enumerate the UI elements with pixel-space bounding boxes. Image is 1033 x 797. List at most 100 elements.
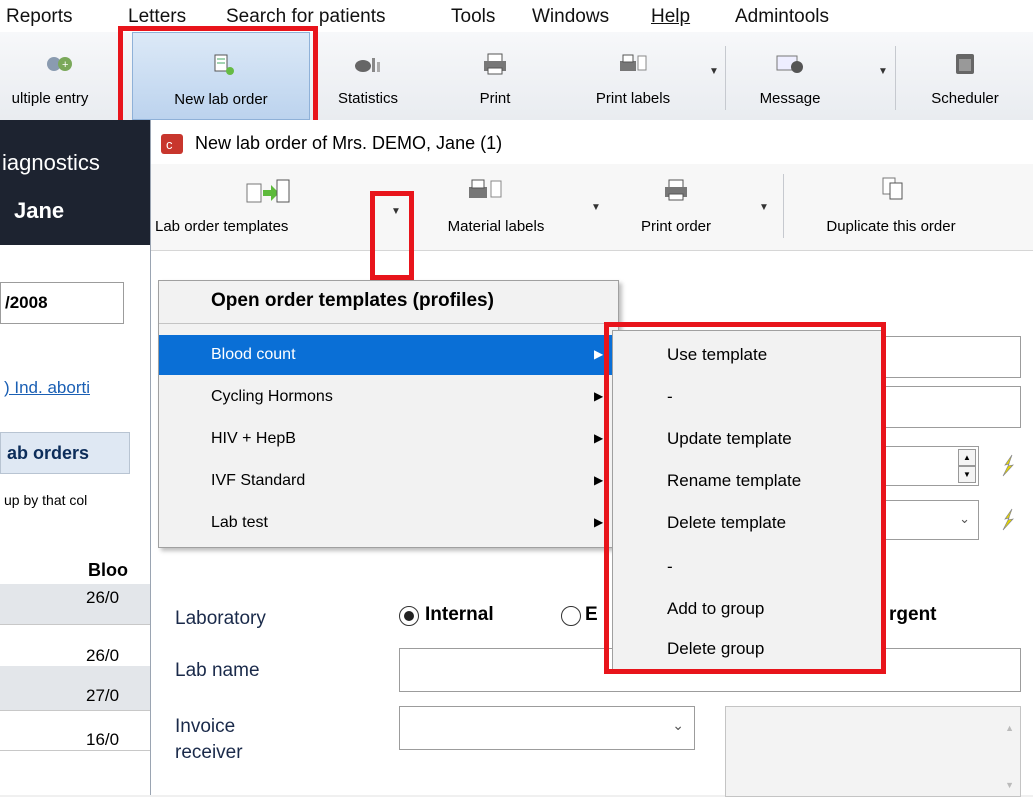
menu-windows[interactable]: Windows	[532, 6, 609, 28]
duplicate-order-button[interactable]: Duplicate this order	[791, 164, 991, 250]
app-icon: c	[161, 134, 183, 154]
invoice-receiver-select[interactable]: ⌄	[399, 706, 695, 750]
table-row[interactable]: 26/0	[0, 624, 150, 667]
date-field[interactable]: /2008	[0, 282, 124, 324]
message-dropdown-arrow[interactable]: ▼	[878, 66, 888, 77]
use-template-item[interactable]: Use template	[667, 345, 767, 365]
template-item-cycling-hormons[interactable]: Cycling Hormons ▶	[159, 377, 618, 417]
radio-external[interactable]	[561, 606, 581, 626]
new-lab-order-button[interactable]: New lab order	[132, 32, 310, 120]
table-row[interactable]: 26/0	[0, 584, 150, 625]
template-item-ivf-standard[interactable]: IVF Standard ▶	[159, 461, 618, 501]
urgent-label-fragment: rgent	[889, 604, 937, 625]
lab-name-label: Lab name	[175, 660, 260, 681]
material-labels-dropdown-arrow[interactable]: ▼	[591, 202, 601, 213]
submenu-arrow-icon: ▶	[594, 389, 604, 403]
table-row[interactable]: 16/0	[0, 710, 150, 751]
menu-admintools[interactable]: Admintools	[735, 6, 829, 28]
text-field-2[interactable]	[881, 386, 1021, 428]
background-window: iagnostics Jane /2008 ) Ind. aborti ab o…	[0, 120, 150, 795]
toolbar-separator	[783, 174, 784, 238]
delete-group-item[interactable]: Delete group	[667, 639, 764, 659]
lab-order-templates-button[interactable]: Lab order templates	[155, 164, 373, 250]
toolbar-separator	[895, 46, 896, 110]
patient-header	[0, 120, 150, 245]
radio-internal[interactable]	[399, 606, 419, 626]
tab-lab-orders[interactable]: ab orders	[0, 432, 130, 474]
scroll-down-icon[interactable]: ▼	[1005, 780, 1014, 790]
template-submenu: Use template - Update template Rename te…	[612, 330, 886, 672]
submenu-arrow-icon: ▶	[594, 515, 604, 529]
multiple-entry-button[interactable]: + ultiple entry	[0, 32, 120, 120]
menu-letters[interactable]: Letters	[128, 6, 186, 28]
dialog-titlebar: c New lab order of Mrs. DEMO, Jane (1)	[151, 120, 1033, 164]
spinner-field[interactable]: ▲ ▼	[881, 446, 979, 486]
menu-reports[interactable]: Reports	[6, 6, 73, 28]
template-item-blood-count[interactable]: Blood count ▶	[159, 335, 618, 375]
submenu-arrow-icon: ▶	[594, 473, 604, 487]
template-item-hiv-hepb[interactable]: HIV + HepB ▶	[159, 419, 618, 459]
invoice-details-box[interactable]: ▲ ▼	[725, 706, 1021, 797]
table-row[interactable]: 27/0	[0, 666, 150, 711]
printer-icon	[665, 179, 687, 201]
rename-template-item[interactable]: Rename template	[667, 471, 801, 491]
message-icon	[776, 55, 803, 73]
column-header-blood[interactable]: Bloo	[88, 560, 128, 581]
add-to-group-item[interactable]: Add to group	[667, 599, 764, 619]
calendar-icon	[956, 54, 974, 74]
templates-icon	[246, 179, 290, 203]
material-labels-button[interactable]: Material labels	[421, 164, 571, 250]
laboratory-label: Laboratory	[175, 608, 266, 629]
delete-template-item[interactable]: Delete template	[667, 513, 786, 533]
lightning-icon[interactable]	[999, 508, 1017, 532]
external-label-fragment: E	[585, 604, 598, 625]
update-template-item[interactable]: Update template	[667, 429, 792, 449]
orders-table: 26/0 26/0 27/0 16/0	[0, 580, 150, 795]
submenu-separator: -	[667, 387, 673, 406]
dialog-title: New lab order of Mrs. DEMO, Jane (1)	[195, 133, 503, 153]
print-order-dropdown-arrow[interactable]: ▼	[759, 202, 769, 213]
dialog-toolbar: Lab order templates ▼ Material labels ▼ …	[151, 164, 1033, 251]
statistics-icon	[355, 58, 380, 72]
radio-selected-dot	[404, 611, 414, 621]
svg-text:+: +	[62, 59, 68, 71]
lab-order-icon	[214, 54, 234, 75]
main-toolbar: + ultiple entry New lab order Statistics…	[0, 32, 1033, 121]
menu-tools[interactable]: Tools	[451, 6, 495, 28]
duplicate-icon	[882, 177, 903, 200]
spinner-up-icon[interactable]: ▲	[958, 449, 976, 466]
scroll-up-icon[interactable]: ▲	[1005, 723, 1014, 733]
invoice-label-line1: Invoice	[175, 716, 236, 737]
print-labels-dropdown-arrow[interactable]: ▼	[709, 66, 719, 77]
toolbar-separator	[725, 46, 726, 110]
submenu-arrow-icon: ▶	[594, 431, 604, 445]
templates-dropdown-menu: Open order templates (profiles) Blood co…	[158, 280, 619, 548]
statistics-button[interactable]: Statistics	[318, 32, 418, 120]
invoice-label-line2: receiver	[175, 742, 243, 763]
lightning-icon[interactable]	[999, 454, 1017, 478]
spinner-down-icon[interactable]: ▼	[958, 466, 976, 483]
abortion-link[interactable]: ) Ind. aborti	[4, 378, 90, 398]
templates-dropdown-arrow[interactable]: ▼	[391, 206, 401, 217]
svg-text:c: c	[166, 137, 173, 152]
print-button[interactable]: Print	[450, 32, 540, 120]
printer-icon	[484, 53, 506, 75]
internal-label: Internal	[425, 604, 494, 625]
menu-help[interactable]: Help	[651, 6, 690, 28]
material-labels-icon	[469, 179, 502, 198]
template-item-lab-test[interactable]: Lab test ▶	[159, 503, 618, 543]
menu-search-for-patients[interactable]: Search for patients	[226, 6, 385, 28]
open-order-templates-item[interactable]: Open order templates (profiles)	[159, 281, 618, 324]
submenu-arrow-icon: ▶	[594, 347, 604, 361]
chevron-down-icon: ⌄	[672, 717, 684, 733]
dropdown-field[interactable]: ⌄	[881, 500, 979, 540]
group-hint: up by that col	[4, 492, 88, 508]
patient-name-fragment: Jane	[14, 198, 65, 223]
chevron-down-icon: ⌄	[959, 511, 970, 526]
print-labels-button[interactable]: Print labels	[568, 32, 698, 120]
multiple-entry-icon: +	[47, 57, 72, 71]
message-button[interactable]: Message	[730, 32, 850, 120]
text-field-1[interactable]	[881, 336, 1021, 378]
scheduler-button[interactable]: Scheduler	[905, 32, 1025, 120]
print-order-button[interactable]: Print order	[611, 164, 741, 250]
